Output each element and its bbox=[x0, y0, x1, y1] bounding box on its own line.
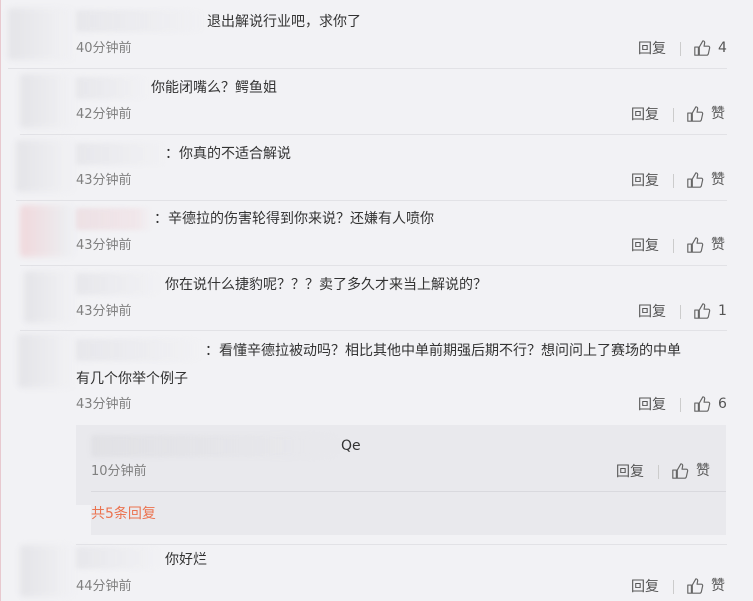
reply-button[interactable]: 回复 bbox=[631, 237, 659, 255]
separator bbox=[20, 134, 727, 135]
thumbs-up-icon bbox=[687, 237, 704, 253]
window-edge bbox=[0, 0, 1, 601]
avatar[interactable] bbox=[16, 140, 76, 192]
comment-text: ：你真的不适合解说 bbox=[165, 146, 291, 162]
like-button[interactable]: 赞 bbox=[686, 577, 725, 595]
avatar[interactable] bbox=[20, 74, 76, 128]
divider bbox=[673, 174, 674, 188]
sub-reply-time: 10分钟前 bbox=[91, 464, 147, 479]
avatar[interactable] bbox=[18, 334, 76, 388]
sub-reply-text: Qe bbox=[341, 438, 361, 454]
comment-time: 40分钟前 bbox=[76, 41, 132, 56]
separator bbox=[8, 68, 727, 69]
divider bbox=[673, 239, 674, 253]
comment-text: 你好烂 bbox=[165, 552, 207, 568]
divider bbox=[680, 42, 681, 56]
reply-button[interactable]: 回复 bbox=[631, 172, 659, 190]
like-count: 赞 bbox=[711, 237, 725, 253]
divider bbox=[673, 580, 674, 594]
like-button[interactable]: 1 bbox=[693, 302, 727, 320]
avatar[interactable] bbox=[20, 205, 76, 257]
comment-time: 44分钟前 bbox=[76, 579, 132, 594]
avatar[interactable] bbox=[24, 271, 76, 323]
comment-time: 43分钟前 bbox=[76, 304, 132, 319]
like-button[interactable]: 赞 bbox=[671, 462, 710, 480]
divider bbox=[680, 398, 681, 412]
like-button[interactable]: 4 bbox=[693, 39, 727, 57]
like-count: 4 bbox=[718, 40, 727, 56]
separator bbox=[16, 200, 727, 201]
username[interactable] bbox=[76, 77, 148, 99]
reply-button[interactable]: 回复 bbox=[631, 106, 659, 124]
reply-button[interactable]: 回复 bbox=[638, 396, 666, 414]
like-count: 赞 bbox=[696, 463, 710, 479]
divider bbox=[658, 465, 659, 479]
like-count: 赞 bbox=[711, 172, 725, 188]
more-replies-panel: 共5条回复 bbox=[91, 505, 726, 535]
thumbs-up-icon bbox=[687, 578, 704, 594]
reply-button[interactable]: 回复 bbox=[616, 463, 644, 481]
thumbs-up-icon bbox=[694, 40, 711, 56]
avatar[interactable] bbox=[20, 545, 76, 597]
username[interactable] bbox=[76, 208, 152, 230]
like-button[interactable]: 赞 bbox=[686, 236, 725, 254]
comment-text: ：辛德拉的伤害轮得到你来说？还嫌有人喷你 bbox=[154, 211, 434, 227]
avatar[interactable] bbox=[8, 8, 76, 60]
more-replies-link[interactable]: 共5条回复 bbox=[91, 505, 156, 523]
like-button[interactable]: 赞 bbox=[686, 105, 725, 123]
like-count: 6 bbox=[718, 396, 727, 412]
reply-button[interactable]: 回复 bbox=[638, 303, 666, 321]
username[interactable] bbox=[76, 339, 204, 361]
separator bbox=[76, 544, 727, 545]
username[interactable] bbox=[76, 547, 160, 569]
like-button[interactable]: 6 bbox=[693, 395, 727, 413]
comment-time: 43分钟前 bbox=[76, 238, 132, 253]
like-count: 1 bbox=[718, 303, 727, 319]
separator bbox=[20, 330, 727, 331]
thumbs-up-icon bbox=[694, 396, 711, 412]
like-count: 赞 bbox=[711, 106, 725, 122]
comment-text: 你在说什么捷豹呢？？？卖了多久才来当上解说的？ bbox=[165, 277, 487, 293]
comment-text: ：看懂辛德拉被动吗？相比其他中单前期强后期不行？想问问上了赛场的中单 bbox=[205, 343, 681, 359]
username[interactable] bbox=[76, 273, 160, 295]
username[interactable] bbox=[76, 10, 206, 32]
username[interactable] bbox=[91, 435, 339, 457]
divider bbox=[680, 305, 681, 319]
thumbs-up-icon bbox=[687, 172, 704, 188]
thumbs-up-icon bbox=[672, 463, 689, 479]
reply-button[interactable]: 回复 bbox=[631, 578, 659, 596]
comment-text-continued: 有几个你举个例子 bbox=[76, 371, 188, 387]
reply-button[interactable]: 回复 bbox=[638, 40, 666, 58]
separator bbox=[91, 491, 726, 492]
comment-time: 43分钟前 bbox=[76, 173, 132, 188]
comment-text: 你能闭嘴么？鳄鱼姐 bbox=[151, 80, 277, 96]
like-count: 赞 bbox=[711, 578, 725, 594]
username[interactable] bbox=[76, 143, 166, 165]
thumbs-up-icon bbox=[687, 106, 704, 122]
comment-time: 43分钟前 bbox=[76, 397, 132, 412]
divider bbox=[673, 108, 674, 122]
like-button[interactable]: 赞 bbox=[686, 171, 725, 189]
comment-text: 退出解说行业吧，求你了 bbox=[207, 14, 361, 30]
thumbs-up-icon bbox=[694, 303, 711, 319]
separator bbox=[20, 265, 727, 266]
comment-time: 42分钟前 bbox=[76, 107, 132, 122]
